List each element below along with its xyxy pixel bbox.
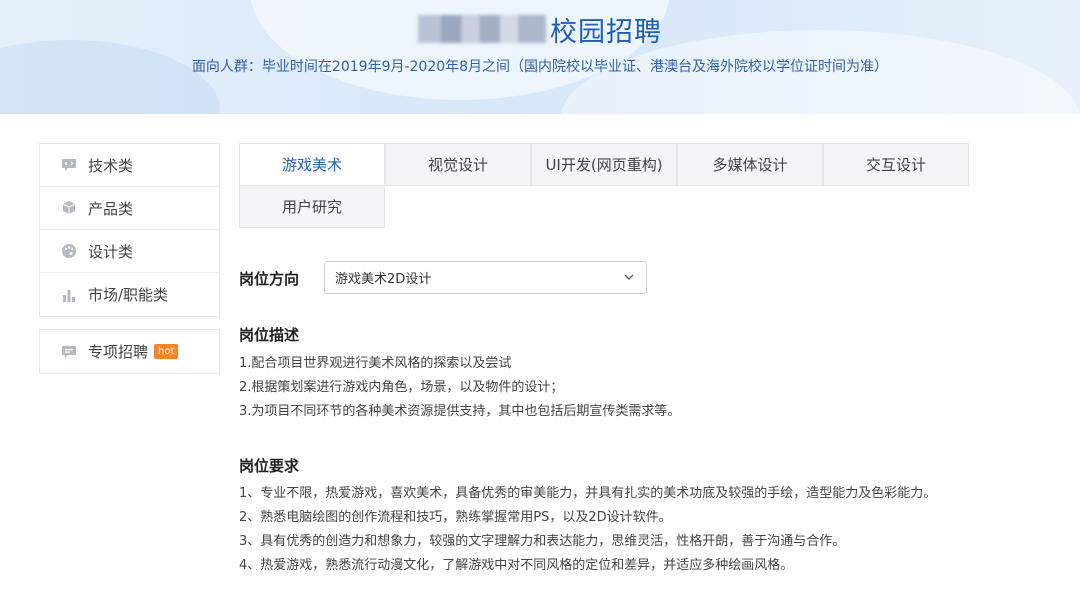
- requirements-list: 1、专业不限，热爱游戏，喜欢美术，具备优秀的审美能力，并具有扎实的美术功底及较强…: [239, 482, 936, 578]
- sidebar-item-product[interactable]: 产品类: [40, 187, 219, 230]
- tab-game-art[interactable]: 游戏美术: [239, 143, 385, 186]
- description-heading: 岗位描述: [239, 326, 300, 344]
- tab-visual-design[interactable]: 视觉设计: [385, 143, 531, 186]
- direction-label: 岗位方向: [239, 270, 300, 288]
- sidebar-item-label: 设计类: [88, 242, 134, 261]
- requirements-heading: 岗位要求: [239, 457, 300, 475]
- list-item: 2.根据策划案进行游戏内角色，场景，以及物件的设计；: [239, 380, 564, 395]
- header-banner: 校园招聘 面向人群：毕业时间在2019年9月-2020年8月之间（国内院校以毕业…: [0, 0, 1080, 114]
- tab-interaction-design[interactable]: 交互设计: [823, 143, 969, 186]
- palette-icon: [61, 243, 77, 259]
- direction-select[interactable]: 游戏美术2D设计: [324, 261, 647, 294]
- hot-badge: hot: [154, 344, 179, 359]
- sidebar-item-tech[interactable]: 技术类: [40, 144, 219, 187]
- description-list: 1.配合项目世界观进行美术风格的探索以及尝试 2.根据策划案进行游戏内角色，场景…: [239, 352, 680, 424]
- message-icon: [61, 344, 77, 360]
- sidebar-item-label: 市场/职能类: [88, 286, 169, 304]
- list-item: 2、熟悉电脑绘图的创作流程和技巧，熟练掌握常用PS，以及2D设计软件。: [239, 510, 672, 525]
- bar-chart-icon: [61, 287, 77, 303]
- sidebar-item-special[interactable]: 专项招聘 hot: [40, 330, 219, 373]
- category-sidebar: 技术类 产品类 设计类 市场/职能类: [39, 143, 220, 317]
- sidebar-item-label: 技术类: [88, 156, 134, 175]
- special-recruitment-box: 专项招聘 hot: [39, 329, 220, 374]
- tab-multimedia-design[interactable]: 多媒体设计: [677, 143, 823, 186]
- tab-ui-dev[interactable]: UI开发(网页重构): [531, 143, 677, 186]
- cube-icon: [61, 200, 77, 216]
- page-subtitle: 面向人群：毕业时间在2019年9月-2020年8月之间（国内院校以毕业证、港澳台…: [191, 59, 889, 75]
- sidebar-item-label: 专项招聘: [88, 343, 149, 361]
- direction-select-value: 游戏美术2D设计: [335, 272, 432, 287]
- list-item: 1.配合项目世界观进行美术风格的探索以及尝试: [239, 356, 512, 371]
- list-item: 3、具有优秀的创造力和想象力，较强的文字理解力和表达能力，思维灵活，性格开朗，善…: [239, 534, 846, 549]
- tab-user-research[interactable]: 用户研究: [239, 185, 385, 228]
- page-title-text: 校园招聘: [550, 16, 662, 48]
- page-title: 校园招聘: [0, 9, 1080, 49]
- code-chat-icon: [61, 157, 77, 173]
- list-item: 1、专业不限，热爱游戏，喜欢美术，具备优秀的审美能力，并具有扎实的美术功底及较强…: [239, 486, 937, 501]
- chevron-down-icon: [622, 270, 636, 284]
- sidebar-item-marketing[interactable]: 市场/职能类: [40, 273, 219, 316]
- list-item: 4、热爱游戏，熟悉流行动漫文化，了解游戏中对不同风格的定位和差异，并适应多种绘画…: [239, 558, 794, 573]
- sidebar-item-design[interactable]: 设计类: [40, 230, 219, 273]
- sidebar-item-label: 产品类: [88, 199, 134, 218]
- redacted-company-name: [418, 15, 546, 43]
- list-item: 3.为项目不同环节的各种美术资源提供支持，其中也包括后期宣传类需求等。: [239, 404, 681, 419]
- banner-decoration: [0, 40, 220, 114]
